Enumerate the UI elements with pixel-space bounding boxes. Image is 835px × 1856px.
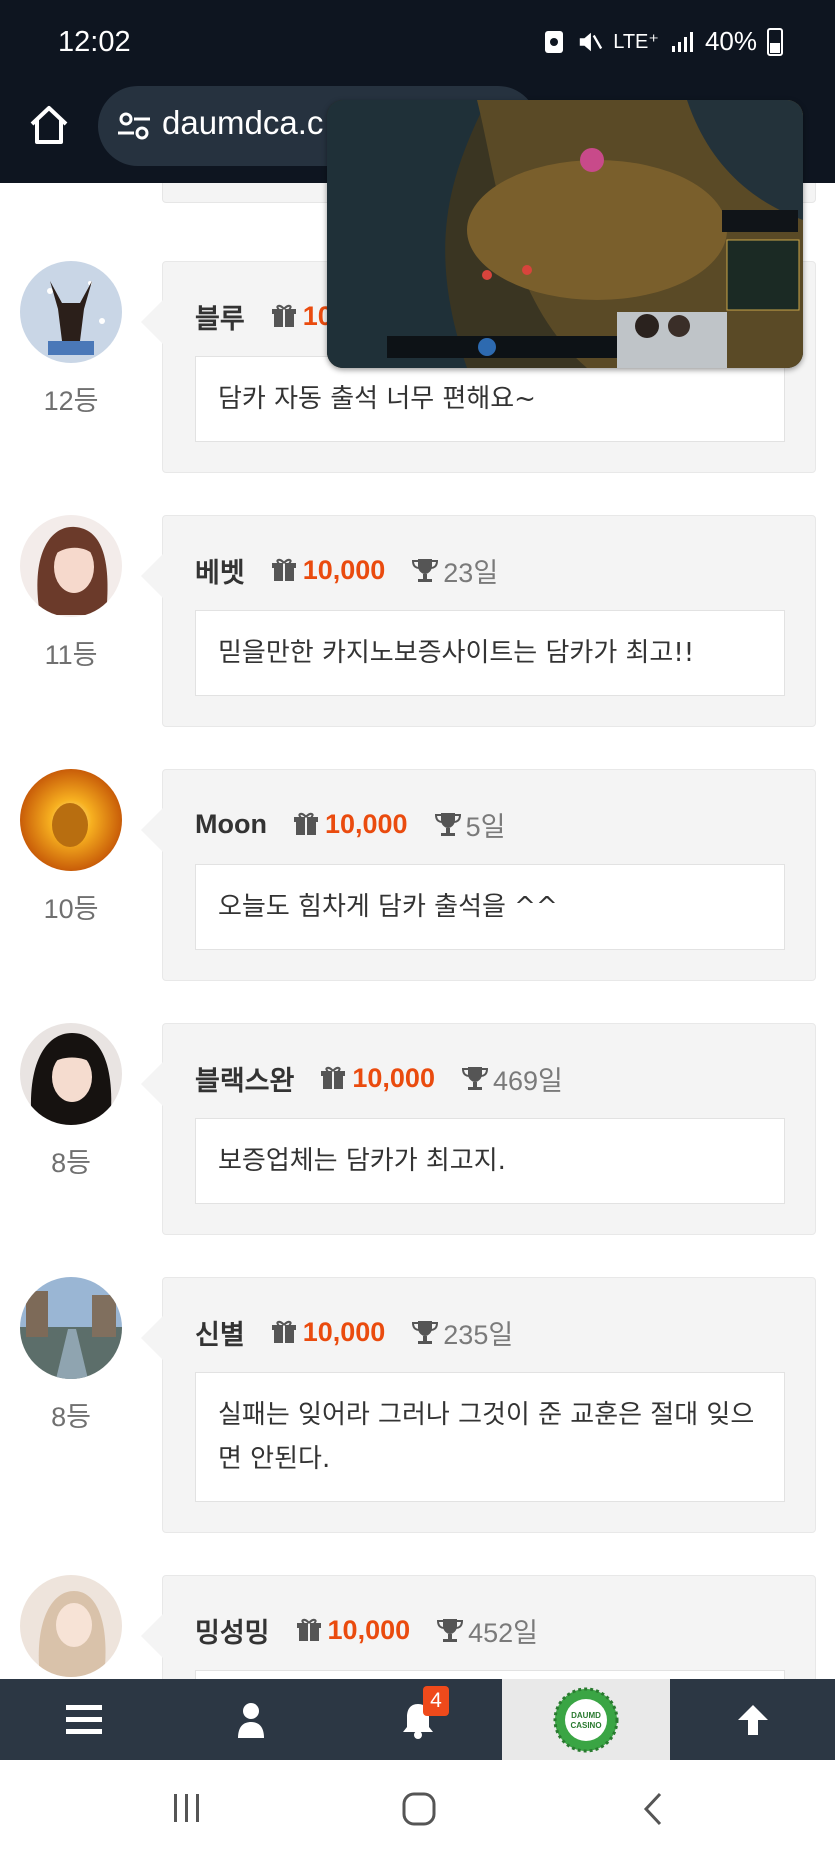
notification-badge: 4 (423, 1686, 449, 1716)
comment-meta: 블랙스완 10,000 469일 (195, 1058, 563, 1098)
url-text[interactable]: daumdca.c (162, 104, 323, 142)
comment-card: 신별 10,000 235일 실패는 잊어라 그러나 그것이 준 교훈은 절대 … (141, 1277, 816, 1533)
rank-label: 8등 (51, 1148, 91, 1178)
attendance-days: 235일 (443, 1319, 514, 1350)
user-button[interactable] (167, 1679, 334, 1760)
pip-video-player[interactable] (327, 100, 803, 368)
comment-card: 밍성밍 10,000 452일 (141, 1575, 816, 1679)
comment-meta: 밍성밍 10,000 452일 (195, 1610, 538, 1650)
avatar (20, 515, 122, 617)
comment-meta: Moon 10,000 5일 (195, 804, 505, 844)
user-icon (237, 1702, 264, 1738)
avatar (20, 261, 122, 363)
gift-icon (321, 1066, 346, 1089)
svg-text:DAUMD: DAUMD (571, 1711, 601, 1720)
avatar (20, 1023, 122, 1125)
point-amount: 10,000 (324, 808, 408, 839)
comment-text: 오늘도 힘차게 담카 출석을 ^^ (195, 864, 785, 950)
signal-icon (669, 28, 695, 56)
user-name[interactable]: 신별 (195, 1313, 245, 1352)
attendance-days: 5일 (465, 811, 506, 842)
comment-card: 베벳 10,000 23일 믿을만한 카지노보증사이트는 담카가 최고!! (141, 515, 816, 727)
avatar (20, 1575, 122, 1677)
recents-button[interactable] (168, 1790, 204, 1826)
mute-icon (577, 28, 603, 56)
bottom-app-nav: 4 DAUMD CASINO (0, 1679, 835, 1760)
video-frame (327, 100, 803, 368)
user-name[interactable]: 블루 (195, 297, 245, 336)
home-icon (30, 106, 68, 144)
attendance-days: 452일 (468, 1617, 539, 1648)
rank-label: 10등 (43, 894, 99, 924)
rank-label: 8등 (51, 1402, 91, 1432)
system-nav-bar (0, 1760, 835, 1856)
comment-text: 믿을만한 카지노보증사이트는 담카가 최고!! (195, 610, 785, 696)
notification-button[interactable] (334, 1679, 502, 1760)
browser-home-button[interactable] (26, 102, 72, 148)
comment-text (195, 1670, 785, 1679)
screen: { "status": { "time": "12:02", "network"… (0, 0, 835, 1856)
gift-icon (296, 1618, 321, 1641)
menu-button[interactable] (0, 1679, 167, 1760)
attendance-days: 23일 (443, 557, 499, 588)
svg-text:CASINO: CASINO (570, 1721, 601, 1730)
gift-icon (271, 1320, 296, 1343)
recents-icon (174, 1794, 199, 1822)
status-time: 12:02 (58, 26, 131, 58)
nfc-icon (541, 28, 567, 56)
comment-text: 보증업체는 담카가 최고지. (195, 1118, 785, 1204)
system-home-button[interactable] (400, 1790, 438, 1828)
point-amount: 10,000 (302, 554, 386, 585)
comment-card: Moon 10,000 5일 오늘도 힘차게 담카 출석을 ^^ (141, 769, 816, 981)
gift-icon (271, 558, 296, 581)
comment-card: 블랙스완 10,000 469일 보증업체는 담카가 최고지. (141, 1023, 816, 1235)
point-amount: 10,000 (302, 1316, 386, 1347)
scroll-top-button[interactable] (670, 1679, 835, 1760)
user-name[interactable]: Moon (195, 809, 267, 840)
trophy-icon (412, 1321, 439, 1344)
daumd-casino-logo: DAUMD CASINO (553, 1687, 619, 1752)
rank-label: 11등 (44, 640, 98, 670)
comment-text: 담카 자동 출석 너무 편해요~ (195, 356, 785, 442)
battery-icon (767, 27, 783, 56)
attendance-feed: 12등 블루 10 담카 자동 출석 너무 편해요~ 11등 베벳 10,000… (0, 183, 835, 1679)
rank-label: 12등 (43, 386, 99, 416)
tune-icon[interactable] (116, 108, 152, 144)
trophy-icon (437, 1619, 464, 1642)
comment-meta: 신별 10,000 235일 (195, 1312, 513, 1352)
avatar (20, 769, 122, 871)
trophy-icon (412, 559, 439, 582)
arrow-up-icon (737, 1704, 768, 1735)
attendance-days: 469일 (492, 1065, 563, 1096)
battery-percent: 40% (704, 26, 757, 56)
point-amount: 10,000 (327, 1614, 411, 1645)
back-icon (643, 1792, 662, 1826)
home-circle-icon (402, 1792, 436, 1826)
network-label: LTE⁺ (613, 31, 659, 53)
trophy-icon (434, 813, 461, 836)
comment-meta: 베벳 10,000 23일 (195, 550, 498, 590)
comment-text: 실패는 잊어라 그러나 그것이 준 교훈은 절대 잊으면 안된다. (195, 1372, 785, 1502)
home-logo-button[interactable]: DAUMD CASINO (502, 1679, 670, 1760)
gift-icon (271, 304, 296, 327)
user-name[interactable]: 블랙스완 (195, 1059, 294, 1098)
point-amount: 10,000 (352, 1062, 435, 1093)
menu-icon (65, 1704, 102, 1734)
gift-icon (293, 812, 318, 835)
avatar (20, 1277, 122, 1379)
status-icons: LTE⁺ 40% (541, 26, 783, 57)
user-name[interactable]: 밍성밍 (195, 1611, 270, 1650)
back-button[interactable] (636, 1790, 672, 1828)
user-name[interactable]: 베벳 (195, 551, 245, 590)
trophy-icon (461, 1067, 488, 1090)
comment-meta: 블루 10 (195, 296, 333, 336)
